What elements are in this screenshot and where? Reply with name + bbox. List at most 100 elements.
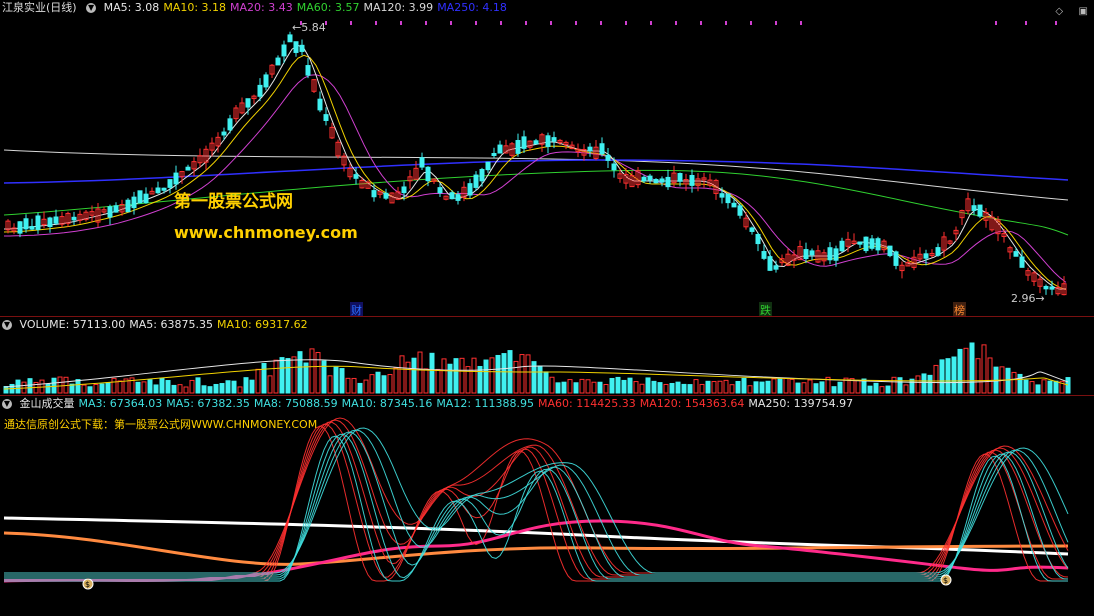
candle-body [287,34,293,43]
volume-bar [543,371,549,394]
volume-bar [657,382,663,394]
candle-body [533,140,539,145]
volume-bar [333,366,339,394]
candle-body [449,192,455,200]
candle-body [227,118,233,131]
volume-bar [915,375,921,394]
volume-bar [855,380,861,394]
volume-bar [561,381,567,394]
candle-body [497,144,503,154]
volume-bar [603,384,609,394]
volume-bar [939,359,945,394]
candlestick-chart[interactable] [0,0,1094,316]
volume-bar [987,357,993,394]
volume-bar [891,376,897,394]
candle-body [479,168,485,182]
volume-bar [627,377,633,394]
indicator-legend: ▼ 金山成交量 MA3: 67364.03 MA5: 67382.35 MA8: 75… [0,396,861,412]
volume-bar [435,368,441,394]
volume-bar [381,375,387,394]
signal-mark [700,21,702,25]
event-marker-earnings[interactable]: 财 [350,302,363,316]
indicator-label: MA250: 139754.97 [748,397,854,410]
indicator-label: MA8: 75088.59 [253,397,338,410]
candle-body [587,146,593,152]
volume-bar [303,362,309,394]
candle-body [353,174,359,179]
signal-mark [525,21,527,25]
volume-bar [459,357,465,394]
candle-body [275,57,281,66]
event-marker-drop[interactable]: 跌 [759,302,772,316]
candle-body [755,233,761,245]
volume-bar [279,357,285,394]
candle-body [257,84,263,97]
diamond-icon[interactable]: ◇ [1055,6,1063,17]
volume-bar [135,381,141,394]
volume-bar [807,379,813,394]
signal-mark [995,21,997,25]
candle-body [731,202,737,208]
candle-body [137,190,143,204]
candle-body [419,157,425,168]
volume-bar [369,374,375,394]
volume-bar [99,383,105,394]
volume-bar [45,383,51,394]
signal-mark [1025,21,1027,25]
main-legend: 江泉实业(日线) ▼ MA5: 3.08 MA10: 3.18 MA20: 3.43… [0,0,515,16]
candle-body [425,166,431,182]
volume-bar [651,380,657,394]
chevron-down-icon[interactable]: ▼ [2,320,12,330]
window-toggle-icon[interactable]: ▣ [1079,6,1088,17]
volume-bar [669,382,675,394]
candle-body [173,172,179,185]
money-bag-symbol: $ [943,576,948,585]
signal-mark [775,21,777,25]
indicator-label: MA120: 154363.64 [639,397,745,410]
volume-panel[interactable]: ▼ VOLUME: 57113.00 MA5: 63875.35 MA10: 693… [0,317,1094,395]
volume-bar [975,358,981,394]
candle-body [887,245,893,257]
volume-bar [255,368,261,394]
volume-bar [681,383,687,394]
volume-bar [591,381,597,394]
candle-body [599,143,605,155]
signal-mark [400,21,402,25]
volume-bar [393,367,399,394]
volume-bar [639,383,645,394]
signal-mark [1055,21,1057,25]
candle-body [767,256,773,271]
money-bag-icon: $ [82,578,94,590]
volume-bar [621,379,627,394]
candle-body [113,205,119,213]
ma250-line [3,159,1069,184]
volume-bar [81,384,87,394]
volume-bar [423,368,429,394]
signal-mark [650,21,652,25]
volume-bar [411,357,417,394]
candle-body [107,206,113,218]
volume-bar [51,377,57,394]
volume-bar [111,377,117,394]
candle-body [689,175,695,186]
indicator-cyan-fan-line [4,429,1069,576]
candle-body [869,238,875,249]
volume-bar [729,384,735,394]
volume-bar [1011,371,1017,394]
signal-mark [725,21,727,25]
main-chart-panel[interactable]: 江泉实业(日线) ▼ MA5: 3.08 MA10: 3.18 MA20: 3.43… [0,0,1094,316]
volume-bar [555,382,561,394]
volume-bar [921,373,927,394]
indicator-label: MA3: 67364.03 [78,397,163,410]
stock-title: 江泉实业(日线) [2,1,77,14]
event-marker-ranking[interactable]: 榜 [953,302,966,316]
volume-bar [747,385,753,394]
chevron-down-icon[interactable]: ▼ [86,3,97,13]
volume-bar [147,379,153,394]
volume-bar [471,357,477,394]
candle-body [71,216,77,221]
candle-body [467,183,473,196]
volume-bar [969,342,975,394]
candle-body [605,154,611,161]
chevron-down-icon[interactable]: ▼ [2,399,12,409]
